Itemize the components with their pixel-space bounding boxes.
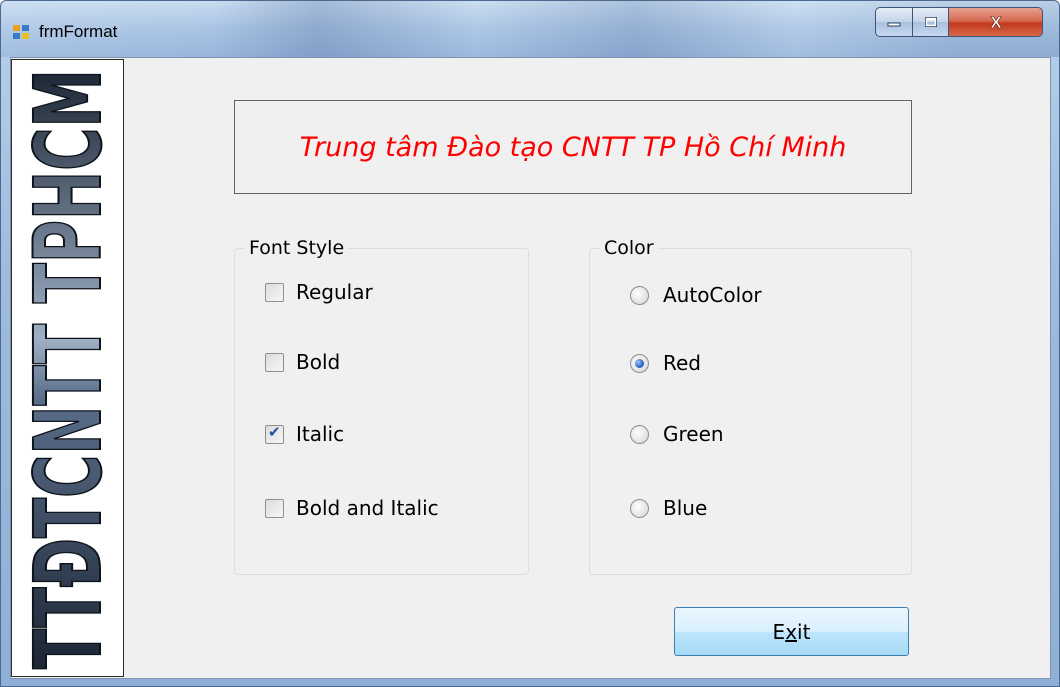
font-style-group-title: Font Style — [245, 237, 349, 259]
green-label: Green — [663, 422, 724, 446]
app-icon — [13, 25, 31, 41]
blue-radio-dot[interactable] — [630, 498, 649, 518]
banner-label: Trung tâm Đào tạo CNTT TP Hồ Chí Minh — [234, 100, 912, 194]
close-glyph: X — [990, 13, 1002, 31]
exit-label-suffix: it — [797, 619, 811, 644]
bold-and-italic-check-box[interactable] — [265, 498, 284, 518]
banner-text: Trung tâm Đào tạo CNTT TP Hồ Chí Minh — [299, 131, 847, 163]
regular-label: Regular — [296, 280, 373, 304]
close-icon: X — [990, 13, 1003, 31]
form-window: frmFormat X TTĐTCNTT TPHCM Trung tâm Đào… — [0, 0, 1060, 687]
window-title: frmFormat — [39, 22, 118, 41]
autocolor-radio[interactable]: AutoColor — [630, 283, 762, 307]
autocolor-radio-dot[interactable] — [630, 285, 649, 305]
bold-and-italic-label: Bold and Italic — [296, 496, 439, 520]
blue-radio[interactable]: Blue — [630, 496, 707, 520]
italic-check-box[interactable] — [265, 423, 284, 444]
title-bar[interactable]: frmFormat X — [1, 1, 1059, 57]
exit-label-prefix: E — [772, 619, 786, 644]
side-logo-image: TTĐTCNTT TPHCM — [11, 59, 124, 677]
bold-checkbox[interactable]: Bold — [265, 350, 340, 374]
color-group-title: Color — [600, 237, 658, 259]
regular-check-box[interactable] — [265, 282, 284, 302]
maximize-button[interactable] — [913, 7, 949, 37]
minimize-icon — [887, 22, 901, 27]
green-radio-dot[interactable] — [630, 424, 649, 444]
exit-button[interactable]: Ex it — [674, 607, 909, 656]
exit-label-mnemonic: x — [785, 619, 798, 644]
maximize-icon — [924, 17, 937, 27]
italic-label: Italic — [296, 422, 345, 446]
minimize-button[interactable] — [875, 7, 913, 37]
red-label: Red — [663, 351, 701, 375]
green-radio[interactable]: Green — [630, 422, 724, 446]
regular-checkbox[interactable]: Regular — [265, 280, 373, 304]
side-logo-text: TTĐTCNTT TPHCM — [15, 69, 122, 669]
close-button[interactable]: X — [949, 7, 1043, 37]
bold-check-box[interactable] — [265, 352, 284, 372]
red-radio-dot[interactable] — [630, 353, 649, 373]
autocolor-label: AutoColor — [663, 283, 762, 307]
bold-label: Bold — [296, 350, 341, 374]
italic-checkbox[interactable]: Italic — [265, 422, 344, 446]
blue-label: Blue — [663, 496, 708, 520]
bold-and-italic-checkbox[interactable]: Bold and Italic — [265, 496, 439, 520]
red-radio[interactable]: Red — [630, 351, 701, 375]
